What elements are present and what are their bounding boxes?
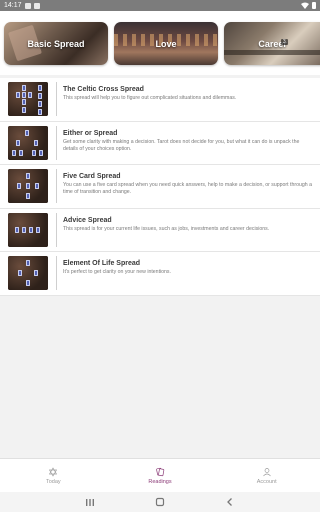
battery-icon <box>312 2 316 9</box>
spread-item-celtic-cross[interactable]: The Celtic Cross Spread This spread will… <box>0 78 320 122</box>
category-career[interactable]: Career 3 <box>224 22 320 65</box>
notification-icon <box>24 2 31 9</box>
category-label: Love <box>155 38 177 49</box>
category-love[interactable]: Love <box>114 22 218 65</box>
spread-title: Either or Spread <box>63 129 118 137</box>
five-card-thumbnail <box>8 169 48 203</box>
home-icon[interactable] <box>155 497 165 507</box>
spread-title: Element Of Life Spread <box>63 260 141 267</box>
row-divider <box>56 125 57 160</box>
spread-description: You can use a five card spread when you … <box>63 182 312 195</box>
spread-title: The Celtic Cross Spread <box>63 86 144 93</box>
category-carousel[interactable]: Basic Spread Love Career 3 <box>0 11 320 65</box>
element-of-life-thumbnail <box>8 256 48 290</box>
recent-apps-icon[interactable] <box>85 498 95 507</box>
advice-thumbnail <box>8 212 48 247</box>
either-or-thumbnail <box>8 125 48 160</box>
category-badge: 3 <box>280 38 288 45</box>
category-header: Basic Spread Love Career 3 <box>0 11 320 75</box>
nav-today[interactable]: Today <box>0 459 107 492</box>
star-of-david-icon <box>49 466 58 477</box>
nav-today-label: Today <box>45 478 61 485</box>
notification-icon <box>33 2 40 9</box>
row-divider <box>56 169 57 203</box>
row-divider <box>56 212 57 247</box>
system-navigation-bar <box>0 492 320 512</box>
status-time: 14:17 <box>4 2 22 9</box>
spread-description: This spread will help you to figure out … <box>63 95 237 101</box>
nav-readings-label: Readings <box>148 478 172 485</box>
spread-item-either-or[interactable]: Either or Spread Get some clarity with m… <box>0 122 320 165</box>
row-divider <box>56 82 57 116</box>
nav-readings[interactable]: Readings <box>107 459 214 492</box>
nav-account-label: Account <box>256 478 277 485</box>
category-basic-spread[interactable]: Basic Spread <box>4 22 108 65</box>
spread-item-element-of-life[interactable]: Element Of Life Spread It's perfect to g… <box>0 252 320 296</box>
spread-description: It's perfect to get clarity on your new … <box>63 269 171 275</box>
spread-description: This spread is for your current life iss… <box>63 225 270 232</box>
status-bar: 14:17 <box>0 0 320 11</box>
celtic-cross-thumbnail <box>8 82 48 116</box>
nav-account[interactable]: Account <box>213 459 320 492</box>
user-icon <box>262 467 271 476</box>
spread-title: Five Card Spread <box>63 173 121 180</box>
spread-item-five-card[interactable]: Five Card Spread You can use a five card… <box>0 165 320 209</box>
spread-description: Get some clarity with making a decision.… <box>63 138 300 152</box>
bottom-navigation: Today Readings Account <box>0 458 320 492</box>
back-icon[interactable] <box>225 497 235 507</box>
spread-title: Advice Spread <box>63 216 112 224</box>
spread-item-advice[interactable]: Advice Spread This spread is for your cu… <box>0 209 320 252</box>
row-divider <box>56 256 57 290</box>
cards-icon <box>156 467 165 476</box>
category-label: Basic Spread <box>27 38 85 49</box>
wifi-icon <box>301 2 309 9</box>
spread-list: The Celtic Cross Spread This spread will… <box>0 78 320 296</box>
